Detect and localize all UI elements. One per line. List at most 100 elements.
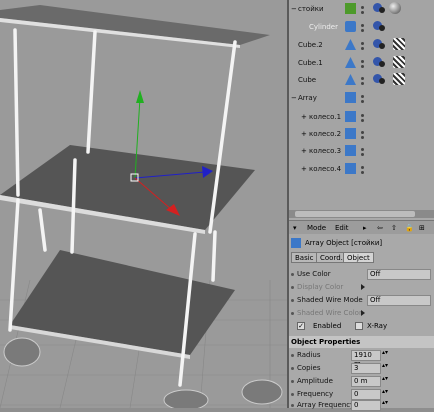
keyframe-dot[interactable] <box>291 404 294 407</box>
up-icon[interactable]: ⇧ <box>391 224 397 232</box>
material-tag-icon[interactable] <box>373 3 385 15</box>
object-name[interactable]: колесо.3 <box>309 147 341 155</box>
object-name[interactable]: Cube.2 <box>298 41 323 49</box>
object-row[interactable]: Cylinder <box>289 20 434 36</box>
keyframe-dot[interactable] <box>291 393 294 396</box>
expand-toggle[interactable]: + <box>301 165 307 173</box>
object-name[interactable]: колесо.1 <box>309 113 341 121</box>
object-row[interactable]: − Array <box>289 91 434 107</box>
scrollbar-thumb[interactable] <box>295 211 415 217</box>
render-visibility-dot[interactable] <box>361 136 364 139</box>
texture-tag-icon[interactable] <box>393 38 405 50</box>
menu-edit[interactable]: Edit <box>335 224 349 232</box>
keyframe-dot[interactable] <box>291 367 294 370</box>
stepper-icon[interactable]: ▴▾ <box>382 400 388 406</box>
expand-arrow-icon[interactable] <box>361 310 365 316</box>
object-name[interactable]: стойки <box>298 5 324 13</box>
stepper-icon[interactable]: ▴▾ <box>382 363 388 369</box>
object-name[interactable]: Cube <box>298 76 316 84</box>
render-visibility-dot[interactable] <box>361 82 364 85</box>
keyframe-dot[interactable] <box>291 273 294 276</box>
new-window-icon[interactable]: ⊞ <box>419 224 425 232</box>
property-label: Display Color <box>297 283 344 291</box>
object-row[interactable]: Cube <box>289 73 434 89</box>
object-row[interactable]: − стойки <box>289 2 434 18</box>
editor-visibility-dot[interactable] <box>361 42 364 45</box>
property-label: Use Color <box>297 270 331 278</box>
object-name[interactable]: колесо.4 <box>309 165 341 173</box>
property-number-field[interactable]: 3 <box>351 363 381 374</box>
object-name[interactable]: Cube.1 <box>298 59 323 67</box>
object-name[interactable]: Array <box>298 94 317 102</box>
object-row[interactable]: + колесо.3 <box>289 144 434 160</box>
y-axis-arrow[interactable] <box>136 90 144 103</box>
stepper-icon[interactable]: ▴▾ <box>382 389 388 395</box>
lock-icon[interactable]: 🔒 <box>405 224 414 232</box>
cube-icon <box>345 39 356 50</box>
keyframe-dot[interactable] <box>291 299 294 302</box>
texture-tag-icon[interactable] <box>393 73 405 85</box>
3d-viewport[interactable] <box>0 0 287 408</box>
arrow-right-icon[interactable]: ▸ <box>363 224 367 232</box>
keyframe-dot[interactable] <box>291 312 294 315</box>
keyframe-dot[interactable] <box>291 380 294 383</box>
property-row: Shaded Wire Mode Off <box>289 294 434 307</box>
keyframe-dot[interactable] <box>291 354 294 357</box>
editor-visibility-dot[interactable] <box>361 24 364 27</box>
xray-checkbox[interactable] <box>355 322 363 330</box>
object-manager-scrollbar[interactable] <box>289 210 434 218</box>
array-icon <box>345 128 356 139</box>
editor-visibility-dot[interactable] <box>361 77 364 80</box>
sphere-tag-icon[interactable] <box>389 2 401 14</box>
render-visibility-dot[interactable] <box>361 171 364 174</box>
menu-mode[interactable]: Mode <box>307 224 326 232</box>
property-number-field[interactable]: 1910 m <box>351 350 381 368</box>
object-row[interactable]: Cube.1 <box>289 56 434 72</box>
material-tag-icon[interactable] <box>373 74 385 86</box>
editor-visibility-dot[interactable] <box>361 166 364 169</box>
object-name[interactable]: колесо.2 <box>309 130 341 138</box>
property-number-field[interactable]: 0 <box>351 400 381 411</box>
scene-render[interactable] <box>0 0 287 408</box>
property-dropdown[interactable]: Off <box>367 295 431 306</box>
object-row[interactable]: + колесо.2 <box>289 127 434 143</box>
texture-tag-icon[interactable] <box>393 56 405 68</box>
render-visibility-dot[interactable] <box>361 153 364 156</box>
back-icon[interactable]: ⇦ <box>377 224 383 232</box>
material-tag-icon[interactable] <box>373 39 385 51</box>
stepper-icon[interactable]: ▴▾ <box>382 350 388 356</box>
editor-visibility-dot[interactable] <box>361 148 364 151</box>
object-name[interactable]: Cylinder <box>309 23 338 31</box>
property-dropdown[interactable]: Off <box>367 269 431 280</box>
keyframe-dot[interactable] <box>291 286 294 289</box>
expand-toggle[interactable]: + <box>301 130 307 138</box>
tab-object[interactable]: Object <box>343 252 374 263</box>
material-tag-icon[interactable] <box>373 57 385 69</box>
object-row[interactable]: + колесо.4 <box>289 162 434 178</box>
expand-arrow-icon[interactable] <box>361 284 365 290</box>
editor-visibility-dot[interactable] <box>361 6 364 9</box>
editor-visibility-dot[interactable] <box>361 95 364 98</box>
render-visibility-dot[interactable] <box>361 47 364 50</box>
render-visibility-dot[interactable] <box>361 29 364 32</box>
right-panel: − стойки Cylinder Cube.2 Cube.1 Cube − Array + ко… <box>289 0 434 411</box>
render-visibility-dot[interactable] <box>361 100 364 103</box>
tab-basic[interactable]: Basic <box>291 252 318 263</box>
object-row[interactable]: + колесо.1 <box>289 110 434 126</box>
render-visibility-dot[interactable] <box>361 119 364 122</box>
editor-visibility-dot[interactable] <box>361 114 364 117</box>
editor-visibility-dot[interactable] <box>361 131 364 134</box>
material-tag-icon[interactable] <box>373 21 385 33</box>
enabled-checkbox[interactable]: ✓ <box>297 322 305 330</box>
stepper-icon[interactable]: ▴▾ <box>382 376 388 382</box>
object-row[interactable]: Cube.2 <box>289 38 434 54</box>
editor-visibility-dot[interactable] <box>361 60 364 63</box>
expand-toggle[interactable]: + <box>301 113 307 121</box>
expand-toggle[interactable]: + <box>301 147 307 155</box>
render-visibility-dot[interactable] <box>361 11 364 14</box>
render-visibility-dot[interactable] <box>361 65 364 68</box>
cube-menu-icon[interactable]: ▾ <box>293 224 297 232</box>
expand-toggle[interactable]: − <box>291 94 297 102</box>
property-number-field[interactable]: 0 m <box>351 376 381 387</box>
expand-toggle[interactable]: − <box>291 5 297 13</box>
